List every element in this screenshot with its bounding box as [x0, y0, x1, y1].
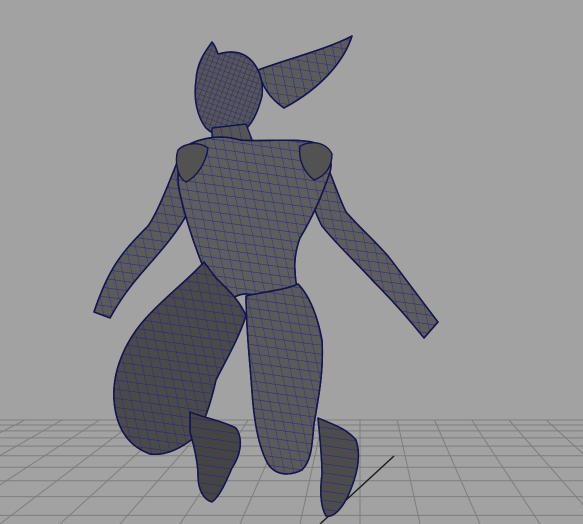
3d-viewport[interactable]	[0, 0, 583, 524]
